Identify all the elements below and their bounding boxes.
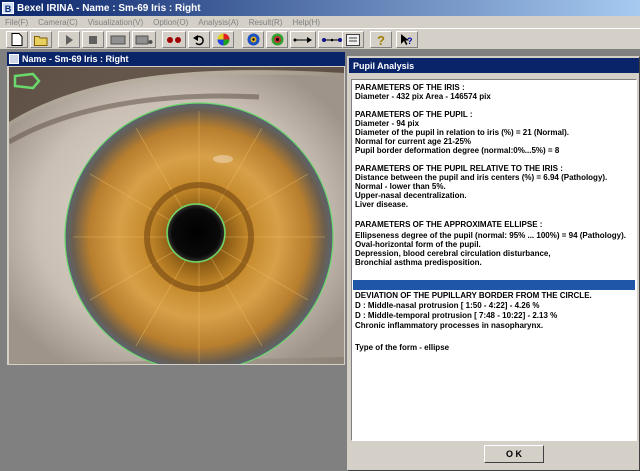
play-icon bbox=[66, 34, 73, 45]
measure-line-button[interactable] bbox=[290, 31, 316, 48]
measure-points-icon bbox=[322, 37, 342, 42]
document-icon bbox=[346, 33, 360, 46]
report-line: Oval-horizontal form of the pupil. bbox=[355, 240, 481, 249]
report-line: Pupil border deformation degree (normal:… bbox=[355, 146, 560, 155]
new-icon bbox=[11, 33, 23, 46]
report-line: DEVIATION OF THE PUPILLARY BORDER FROM T… bbox=[355, 291, 592, 300]
image-caption: Name - Sm-69 Iris : Right bbox=[22, 54, 129, 64]
report-line: D : Middle-nasal protrusion [ 1:50 - 4:2… bbox=[355, 301, 540, 310]
image-caption-bar: Name - Sm-69 Iris : Right bbox=[7, 52, 345, 66]
new-button[interactable] bbox=[6, 31, 28, 48]
iris-image-panel: Name - Sm-69 Iris : Right bbox=[6, 51, 346, 366]
menu-result[interactable]: Result(R) bbox=[244, 18, 288, 27]
menu-help[interactable]: Help(H) bbox=[287, 18, 325, 27]
menu-option[interactable]: Option(O) bbox=[148, 18, 193, 27]
report-line: Ellipseness degree of the pupil (normal:… bbox=[355, 231, 626, 240]
report-line: Bronchial asthma predisposition. bbox=[355, 258, 482, 267]
iris-color-icon bbox=[247, 33, 259, 46]
stop-icon bbox=[89, 35, 97, 44]
play-button[interactable] bbox=[58, 31, 80, 48]
menu-file[interactable]: File(F) bbox=[0, 18, 33, 27]
context-help-icon: ? bbox=[401, 33, 413, 46]
dots-button[interactable] bbox=[162, 31, 186, 48]
capture-icon bbox=[110, 35, 126, 44]
context-help-button[interactable]: ? bbox=[396, 31, 418, 48]
pupil bbox=[168, 205, 224, 261]
color-wheel-icon bbox=[217, 33, 229, 46]
report-line: PARAMETERS OF THE IRIS : bbox=[355, 83, 465, 92]
dots-icon bbox=[167, 36, 181, 43]
report-line: Chronic inflammatory processes in nasoph… bbox=[355, 321, 544, 330]
report-line: Liver disease. bbox=[355, 200, 408, 209]
svg-text:?: ? bbox=[407, 36, 413, 46]
camera-icon bbox=[135, 35, 153, 45]
pupil-analysis-title[interactable]: Pupil Analysis bbox=[349, 58, 639, 73]
report-line: PARAMETERS OF THE APPROXIMATE ELLIPSE : bbox=[355, 220, 543, 229]
camera-button[interactable] bbox=[132, 31, 156, 48]
document-icon bbox=[9, 54, 19, 64]
capture-button[interactable] bbox=[106, 31, 130, 48]
menu-visualization[interactable]: Visualization(V) bbox=[83, 18, 148, 27]
eye-image bbox=[9, 67, 344, 364]
iris-zone-button[interactable] bbox=[266, 31, 288, 48]
hint-button[interactable]: ? bbox=[370, 31, 392, 48]
report-line: Diameter - 94 pix bbox=[355, 119, 420, 128]
analysis-report[interactable]: PARAMETERS OF THE IRIS : Diameter - 432 … bbox=[351, 79, 637, 441]
selection-highlight bbox=[353, 280, 635, 290]
color-wheel-button[interactable] bbox=[212, 31, 234, 48]
report-line: Type of the form - ellipse bbox=[355, 343, 450, 352]
report-line: Depression, blood cerebral circulation d… bbox=[355, 249, 551, 258]
report-line: Normal - lower than 5%. bbox=[355, 182, 446, 191]
report-line: Distance between the pupil and iris cent… bbox=[355, 173, 608, 182]
toolbar: ? ? bbox=[0, 28, 640, 50]
app-icon[interactable]: B bbox=[2, 2, 14, 14]
title-bar[interactable]: B Bexel IRINA - Name : Sm-69 Iris : Righ… bbox=[0, 0, 640, 16]
ok-button[interactable]: O K bbox=[484, 445, 544, 463]
report-line: Diameter of the pupil in relation to iri… bbox=[355, 128, 570, 137]
report-line: Diameter - 432 pix Area - 146574 pix bbox=[355, 92, 491, 101]
application-window: B Bexel IRINA - Name : Sm-69 Iris : Righ… bbox=[0, 0, 640, 471]
svg-text:?: ? bbox=[377, 33, 385, 47]
report-line: PARAMETERS OF THE PUPIL : bbox=[355, 110, 473, 119]
undo-icon bbox=[192, 34, 204, 45]
menu-analysis[interactable]: Analysis(A) bbox=[193, 18, 243, 27]
report-line: PARAMETERS OF THE PUPIL RELATIVE TO THE … bbox=[355, 164, 563, 173]
pupil-analysis-window: Pupil Analysis PARAMETERS OF THE IRIS : … bbox=[347, 56, 640, 471]
hint-icon: ? bbox=[377, 33, 385, 47]
report-line: Upper-nasal decentralization. bbox=[355, 191, 467, 200]
undo-button[interactable] bbox=[188, 31, 210, 48]
stop-button[interactable] bbox=[82, 31, 104, 48]
document-button[interactable] bbox=[342, 31, 364, 48]
menu-camera[interactable]: Camera(C) bbox=[33, 18, 83, 27]
iris-photo[interactable] bbox=[9, 67, 344, 364]
report-line: Normal for current age 21-25% bbox=[355, 137, 472, 146]
report-line: D : Middle-temporal protrusion [ 7:48 - … bbox=[355, 311, 558, 320]
open-icon bbox=[33, 35, 47, 46]
window-title: Bexel IRINA - Name : Sm-69 Iris : Right bbox=[17, 2, 201, 14]
iris-zone-icon bbox=[271, 33, 283, 46]
measure-line-icon bbox=[293, 36, 312, 43]
iris-color-button[interactable] bbox=[242, 31, 264, 48]
open-button[interactable] bbox=[30, 31, 52, 48]
menu-bar: File(F) Camera(C) Visualization(V) Optio… bbox=[0, 16, 640, 28]
